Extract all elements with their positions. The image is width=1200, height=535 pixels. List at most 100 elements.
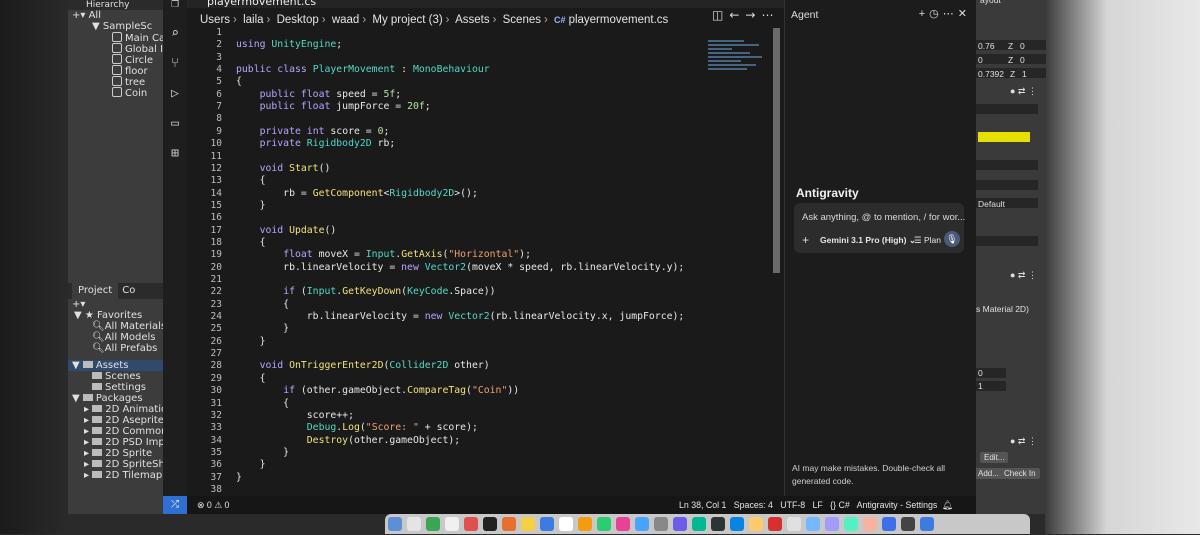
dock-app-icon[interactable]	[692, 517, 706, 531]
hierarchy-item[interactable]: floor	[68, 65, 163, 77]
dock-app-icon[interactable]	[616, 517, 630, 531]
dock-app-icon[interactable]	[787, 517, 801, 531]
favorite-item[interactable]: 🔍︎All Materials	[68, 321, 163, 332]
package-item[interactable]: ▸ 2D Common	[68, 426, 163, 437]
hierarchy-item[interactable]: Main Ca	[68, 32, 163, 44]
extensions-icon[interactable]: ⊞	[167, 146, 183, 162]
sorting-layer-value[interactable]: Default	[978, 199, 1005, 209]
inspector-field[interactable]	[976, 180, 1038, 190]
code-line[interactable]: if (Input.GetKeyDown(KeyCode.Space))	[236, 286, 495, 297]
inspector-value[interactable]: 0	[1020, 55, 1025, 65]
dock-app-icon[interactable]	[464, 517, 478, 531]
code-line[interactable]: rb.linearVelocity = new Vector2(rb.linea…	[236, 311, 685, 322]
code-line[interactable]: public class PlayerMovement : MonoBehavi…	[236, 64, 490, 75]
add-button[interactable]: Add...	[976, 468, 1003, 479]
add-context-icon[interactable]: +	[802, 233, 809, 247]
dock-app-icon[interactable]	[540, 517, 554, 531]
breadcrumb-item[interactable]: Scenes	[503, 14, 541, 26]
code-line[interactable]: public float speed = 5f;	[236, 89, 402, 100]
inspector-value[interactable]: 0	[1020, 41, 1025, 51]
component-menu-icons[interactable]: ● ⇄ ⋮	[1010, 86, 1037, 97]
scene-item[interactable]: ▼ SampleSc	[68, 21, 163, 32]
breadcrumb-item[interactable]: laila	[243, 14, 263, 26]
code-line[interactable]: {	[236, 237, 266, 248]
source-control-icon[interactable]: ⑂	[167, 56, 183, 72]
dock-app-icon[interactable]	[768, 517, 782, 531]
breadcrumb-item[interactable]: Desktop	[277, 14, 319, 26]
hierarchy-item[interactable]: Circle	[68, 54, 163, 66]
breadcrumb-item[interactable]: waad	[332, 14, 360, 26]
add-icon[interactable]: +▾	[72, 10, 85, 21]
add-icon[interactable]: +▾	[72, 299, 85, 310]
dock-app-icon[interactable]	[806, 517, 820, 531]
dock-app-icon[interactable]	[502, 517, 516, 531]
dock-app-icon[interactable]	[521, 517, 535, 531]
favorites-folder[interactable]: ▼ ★ Favorites	[68, 310, 163, 321]
dock-app-icon[interactable]	[559, 517, 573, 531]
code-line[interactable]: }	[236, 200, 266, 211]
code-line[interactable]: float moveX = Input.GetAxis("Horizontal"…	[236, 249, 531, 260]
search-icon[interactable]: ⌕	[167, 26, 183, 42]
code-line[interactable]: {	[236, 373, 266, 384]
minimap[interactable]	[708, 40, 768, 90]
edit-button[interactable]: Edit...	[980, 452, 1009, 463]
run-debug-icon[interactable]: ▷	[167, 86, 183, 102]
favorite-item[interactable]: 🔍︎All Models	[68, 332, 163, 343]
inspector-value[interactable]: 0	[978, 368, 983, 378]
back-arrow-icon[interactable]: ←	[729, 8, 745, 22]
project-toolbar[interactable]: +▾	[68, 299, 163, 310]
dock-app-icon[interactable]	[597, 517, 611, 531]
code-line[interactable]: Destroy(other.gameObject);	[236, 435, 460, 446]
packages-folder[interactable]: ▼ Packages	[68, 393, 163, 404]
history-icon[interactable]: ◷	[929, 8, 943, 20]
check-in-button[interactable]: Check In	[1000, 468, 1040, 479]
plan-mode-toggle[interactable]: ☰ Plan	[914, 235, 941, 246]
code-line[interactable]: using UnityEngine;	[236, 39, 342, 50]
inspector-field[interactable]	[976, 160, 1038, 170]
code-line[interactable]: }	[236, 447, 289, 458]
code-line[interactable]: {	[236, 299, 289, 310]
breadcrumb-item[interactable]: Assets	[455, 14, 490, 26]
new-chat-icon[interactable]: +	[919, 8, 929, 20]
color-field[interactable]	[978, 132, 1030, 142]
dock-app-icon[interactable]	[749, 517, 763, 531]
inspector-value[interactable]: 1	[978, 381, 983, 391]
problems-indicator[interactable]: ⊗ 0 ⚠ 0	[197, 500, 229, 511]
hierarchy-search-value[interactable]: All	[89, 10, 101, 21]
hierarchy-item[interactable]: tree	[68, 76, 163, 88]
code-line[interactable]: Debug.Log("Score: " + score);	[236, 422, 478, 433]
inspector-field[interactable]	[976, 104, 1038, 114]
breadcrumb-item[interactable]: Users	[200, 14, 230, 26]
dock-app-icon[interactable]	[844, 517, 858, 531]
dock-app-icon[interactable]	[388, 517, 402, 531]
component-menu-icons[interactable]: ● ⇄ ⋮	[1010, 270, 1037, 281]
dock-app-icon[interactable]	[711, 517, 725, 531]
code-line[interactable]: }	[236, 459, 266, 470]
more-icon[interactable]: ⋯	[761, 8, 779, 22]
code-line[interactable]: {	[236, 398, 289, 409]
dock-app-icon[interactable]	[578, 517, 592, 531]
tab-console[interactable]: Co	[122, 283, 135, 299]
dock-app-icon[interactable]	[426, 517, 440, 531]
breadcrumb-file[interactable]: playermovement.cs	[569, 14, 669, 26]
code-line[interactable]: void OnTriggerEnter2D(Collider2D other)	[236, 360, 490, 371]
package-item[interactable]: ▸ 2D Animation	[68, 404, 163, 415]
code-line[interactable]: void Start()	[236, 163, 331, 174]
code-line[interactable]: rb.linearVelocity = new Vector2(moveX * …	[236, 262, 684, 273]
assets-folder[interactable]: ▼ Assets	[68, 360, 163, 371]
breadcrumb-item[interactable]: My project (3)	[372, 14, 442, 26]
inspector-value[interactable]: 0.76	[978, 41, 995, 51]
package-item[interactable]: ▸ 2D Aseprite I	[68, 415, 163, 426]
assets-item[interactable]: Scenes	[68, 371, 163, 382]
microphone-icon[interactable]: 🎙︎	[944, 231, 960, 247]
explorer-icon[interactable]: ❐	[167, 0, 183, 12]
favorite-item[interactable]: 🔍︎All Prefabs	[68, 343, 163, 354]
more-icon[interactable]: ⋯	[943, 8, 958, 20]
dock-app-icon[interactable]	[730, 517, 744, 531]
forward-arrow-icon[interactable]: →	[745, 8, 761, 22]
inspector-value[interactable]: 0.7392	[978, 69, 1004, 79]
dock-app-icon[interactable]	[407, 517, 421, 531]
code-line[interactable]: void Update()	[236, 225, 337, 236]
code-line[interactable]: {	[236, 175, 266, 186]
dock-app-icon[interactable]	[901, 517, 915, 531]
